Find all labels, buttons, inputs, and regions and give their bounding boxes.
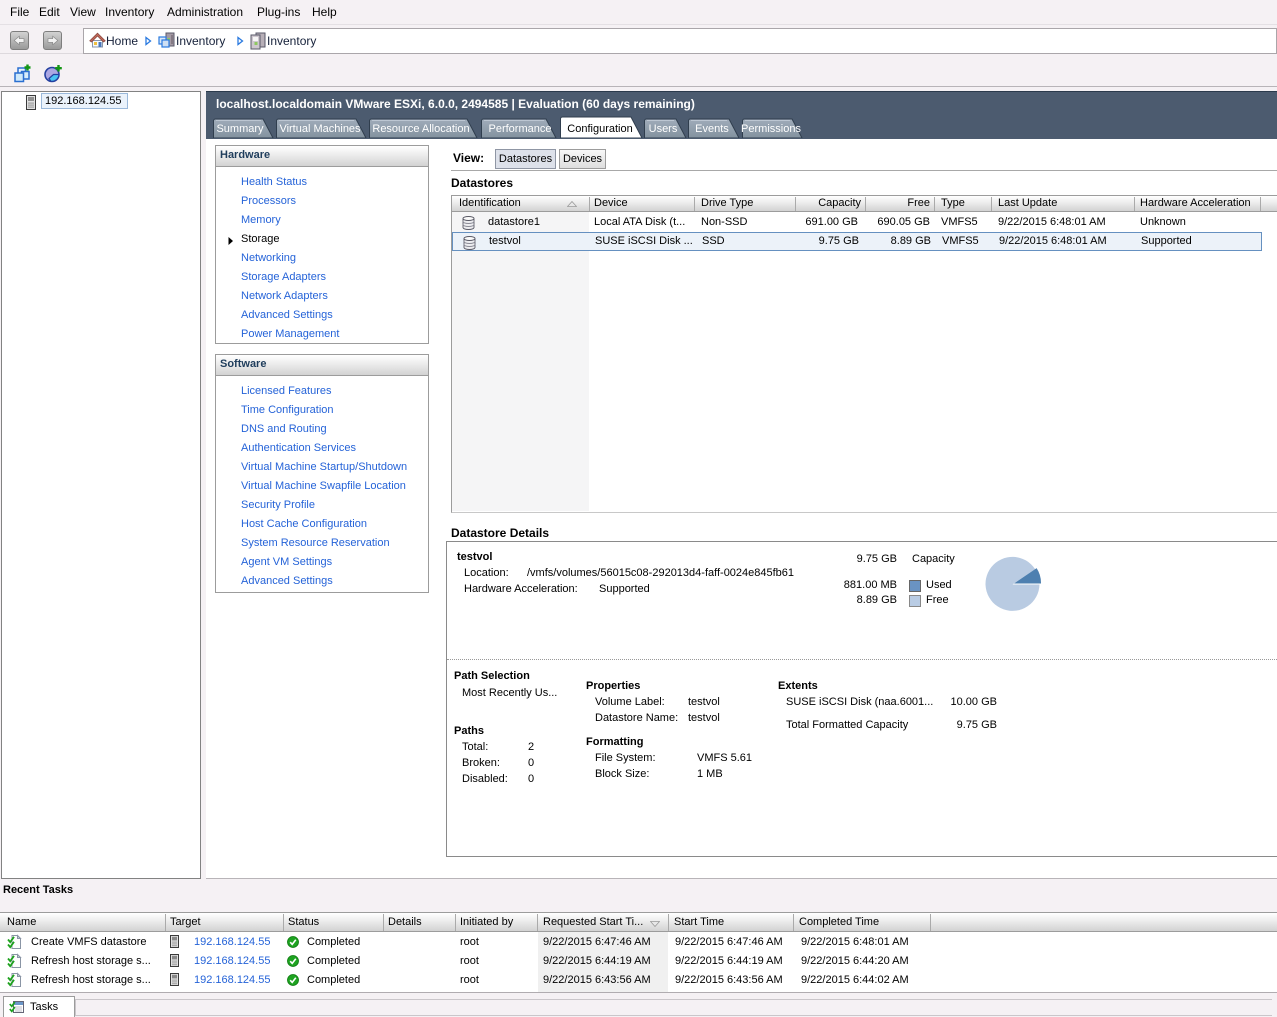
svg-text:Permissions: Permissions xyxy=(741,123,801,135)
svg-text:Configuration: Configuration xyxy=(567,123,632,135)
svg-text:Summary: Summary xyxy=(216,123,264,135)
svg-text:Users: Users xyxy=(649,123,678,135)
svg-text:Performance: Performance xyxy=(489,123,552,135)
svg-text:Resource Allocation: Resource Allocation xyxy=(372,123,469,135)
svg-text:Events: Events xyxy=(695,123,729,135)
svg-text:Virtual Machines: Virtual Machines xyxy=(279,123,361,135)
